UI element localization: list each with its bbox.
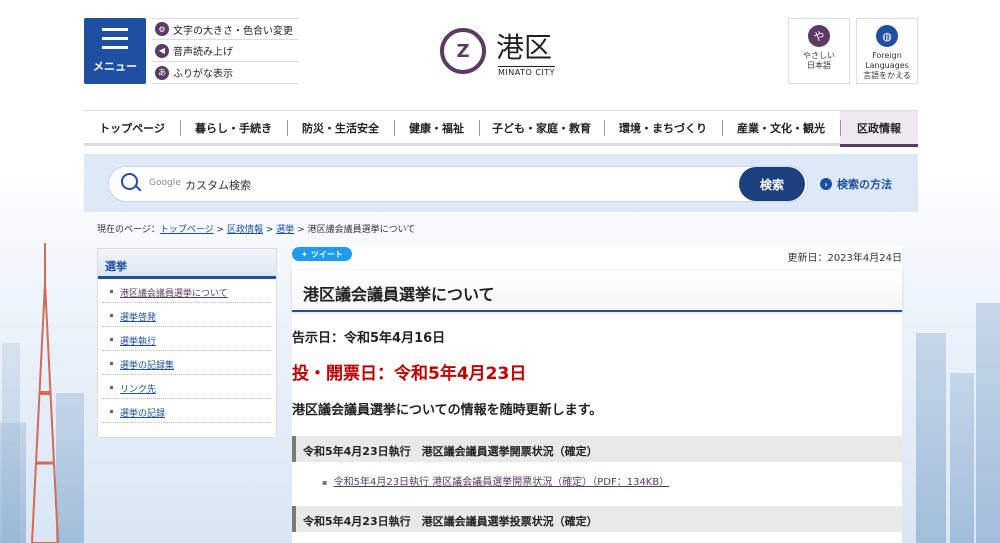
global-nav: トップページ 暮らし・手続き 防災・生活安全 健康・福祉 子ども・家庭・教育 環…	[84, 110, 918, 147]
nav-item-safety[interactable]: 防災・生活安全	[287, 111, 394, 144]
accessibility-tools: ⚙ 文字の大きさ・色合い変更 ◀ 音声読み上げ あ ふりがな表示	[152, 18, 298, 84]
voting-date: 投・開票日：令和5年4月23日	[292, 364, 527, 384]
nav-item-environment[interactable]: 環境・まちづくり	[604, 111, 722, 144]
hamburger-icon	[102, 28, 128, 55]
sidebar-item-records-collection: 選挙の記録集	[102, 351, 272, 375]
minato-emblem-icon: Z	[440, 28, 486, 74]
breadcrumb-separator: >	[216, 225, 225, 235]
sidebar-item-ward-election: 港区議会議員選挙について	[102, 279, 272, 303]
nav-item-living[interactable]: 暮らし・手続き	[180, 111, 287, 144]
main-content: ✦ ツイート 更新日：2023年4月24日 港区議会議員選挙について 告示日：令…	[292, 246, 902, 543]
logo-jp-text: 港区	[496, 31, 553, 64]
breadcrumb-prefix: 現在のページ：	[97, 225, 160, 235]
results-pdf-item: 令和5年4月23日執行 港区議会議員選挙開票状況（確定）（PDF：134KB）	[322, 473, 670, 488]
tweet-label: ツイート	[310, 249, 343, 259]
sidebar-item-records: 選挙の記録	[102, 399, 272, 423]
section-heading-turnout: 令和5年4月23日執行 港区議会議員選挙投票状況（確定）	[292, 506, 902, 532]
text-size-color-label: 文字の大きさ・色合い変更	[173, 25, 293, 37]
breadcrumb-separator: >	[297, 225, 305, 235]
foreign-label-2: Languages	[865, 61, 909, 70]
text-size-color-icon: ⚙	[155, 22, 169, 36]
sidebar-item-awareness: 選挙啓発	[102, 303, 272, 327]
read-aloud-label: 音声読み上げ	[173, 47, 233, 58]
foreign-label-1: Foreign	[872, 51, 902, 60]
google-label: Google	[149, 178, 181, 188]
read-aloud-link[interactable]: ◀ 音声読み上げ	[152, 40, 298, 62]
easy-japanese-label-2: 日本語	[807, 61, 831, 70]
search-button[interactable]: 検索	[739, 167, 805, 201]
sidebar-link[interactable]: 選挙の記録	[120, 409, 165, 419]
breadcrumb-separator: >	[265, 225, 274, 235]
search-icon	[121, 173, 141, 193]
breadcrumb-current: 港区議会議員選挙について	[307, 225, 416, 235]
text-size-color-link[interactable]: ⚙ 文字の大きさ・色合い変更	[152, 18, 298, 40]
sidebar-item-links: リンク先	[102, 375, 272, 399]
tweet-button[interactable]: ✦ ツイート	[292, 247, 352, 261]
globe-icon: ◍	[876, 25, 898, 47]
foreign-label-3: 言語をかえる	[863, 71, 911, 80]
easy-japanese-label-1: やさしい	[803, 51, 835, 60]
furigana-label: ふりがな表示	[173, 69, 233, 80]
menu-button[interactable]: メニュー	[84, 18, 146, 84]
search-input[interactable]: Google カスタム検索	[108, 166, 808, 202]
breadcrumb-top[interactable]: トップページ	[160, 225, 214, 235]
search-howto-link[interactable]: › 検索の方法	[820, 176, 892, 192]
search-placeholder: カスタム検索	[185, 179, 251, 192]
chevron-right-icon: ›	[820, 178, 832, 190]
breadcrumb-election[interactable]: 選挙	[276, 225, 294, 235]
page-description: 港区議会議員選挙についての情報を随時更新します。	[292, 403, 603, 418]
menu-button-label: メニュー	[93, 60, 137, 73]
easy-japanese-button[interactable]: や やさしい 日本語	[788, 18, 850, 84]
skyline-left-decoration	[0, 203, 84, 543]
breadcrumb: 現在のページ：トップページ > 区政情報 > 選挙 > 港区議会議員選挙について	[97, 222, 415, 235]
results-pdf-link[interactable]: 令和5年4月23日執行 港区議会議員選挙開票状況（確定）（PDF：134KB）	[334, 477, 670, 488]
twitter-bird-icon: ✦	[301, 249, 308, 259]
sidebar-link[interactable]: 選挙の記録集	[120, 361, 174, 371]
tokyo-tower-icon	[30, 243, 60, 543]
furigana-icon: あ	[155, 65, 169, 80]
search-howto-label: 検索の方法	[837, 178, 892, 191]
furigana-link[interactable]: あ ふりがな表示	[152, 62, 298, 84]
updated-date: 更新日：2023年4月24日	[787, 253, 902, 264]
sidebar-local-nav: 選挙 港区議会議員選挙について 選挙啓発 選挙執行 選挙の記録集 リンク先 選挙…	[97, 248, 277, 438]
sidebar-link[interactable]: 港区議会議員選挙について	[120, 289, 228, 299]
skyline-right-decoration	[916, 203, 1000, 543]
logo-en-text: MINATO CITY	[498, 66, 556, 77]
breadcrumb-government[interactable]: 区政情報	[227, 225, 263, 235]
nav-item-government[interactable]: 区政情報	[840, 111, 918, 147]
search-bar: Google カスタム検索 検索 › 検索の方法	[84, 154, 918, 212]
foreign-languages-button[interactable]: ◍ Foreign Languages 言語をかえる	[856, 18, 918, 84]
speaker-icon: ◀	[155, 43, 169, 58]
notice-date: 告示日：令和5年4月16日	[292, 331, 446, 346]
easy-japanese-icon: や	[808, 25, 830, 47]
nav-item-health[interactable]: 健康・福祉	[394, 111, 479, 144]
sidebar-title: 選挙	[98, 249, 276, 279]
site-header: メニュー ⚙ 文字の大きさ・色合い変更 ◀ 音声読み上げ あ ふりがな表示 Z …	[84, 18, 918, 88]
sidebar-link[interactable]: 選挙啓発	[120, 313, 156, 323]
page-title: 港区議会議員選挙について	[292, 270, 902, 312]
sidebar-link[interactable]: 選挙執行	[120, 337, 156, 347]
site-logo[interactable]: Z 港区 MINATO CITY	[440, 26, 570, 82]
nav-item-children[interactable]: 子ども・家庭・教育	[479, 111, 604, 144]
nav-item-industry[interactable]: 産業・文化・観光	[722, 111, 840, 144]
section-heading-results: 令和5年4月23日執行 港区議会議員選挙開票状況（確定）	[292, 436, 902, 462]
sidebar-item-execution: 選挙執行	[102, 327, 272, 351]
sidebar-link[interactable]: リンク先	[120, 385, 156, 395]
nav-item-top[interactable]: トップページ	[84, 111, 180, 144]
